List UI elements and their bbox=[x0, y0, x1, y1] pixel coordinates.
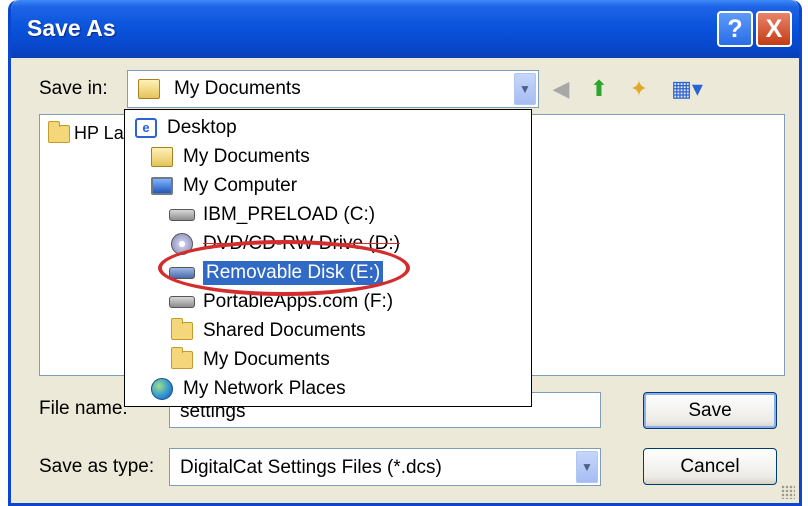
hard-drive-icon bbox=[169, 208, 195, 221]
new-folder-icon[interactable]: ✦ bbox=[625, 75, 653, 103]
title-bar[interactable]: Save As ? X bbox=[11, 0, 799, 58]
views-menu-icon[interactable]: ▦▾ bbox=[667, 75, 707, 103]
save-as-type-combo[interactable]: DigitalCat Settings Files (*.dcs) ▼ bbox=[169, 448, 601, 486]
help-button[interactable]: ? bbox=[717, 11, 753, 47]
dropdown-item-label: Removable Disk (E:) bbox=[203, 260, 384, 285]
folder-icon bbox=[48, 120, 70, 143]
removable-disk-icon bbox=[169, 266, 195, 279]
dropdown-item-desktop[interactable]: e Desktop bbox=[131, 114, 237, 141]
save-as-type-value: DigitalCat Settings Files (*.dcs) bbox=[180, 457, 442, 478]
cancel-button[interactable]: Cancel bbox=[643, 448, 777, 485]
dropdown-item-label: My Computer bbox=[183, 174, 298, 196]
optical-drive-icon bbox=[171, 232, 193, 255]
save-as-type-label: Save as type: bbox=[39, 456, 155, 477]
resize-grip[interactable] bbox=[781, 485, 795, 499]
save-in-label: Save in: bbox=[39, 78, 108, 99]
back-icon[interactable]: ◀ bbox=[547, 75, 575, 103]
my-computer-icon bbox=[151, 176, 173, 195]
dropdown-item-dvd-drive[interactable]: DVD/CD-RW Drive (D:) bbox=[167, 230, 400, 257]
desktop-icon: e bbox=[135, 117, 157, 138]
dropdown-item-label: Desktop bbox=[167, 116, 237, 138]
save-in-value: My Documents bbox=[174, 78, 301, 99]
my-documents-icon bbox=[151, 146, 173, 167]
dropdown-item-label: My Network Places bbox=[183, 377, 346, 399]
dropdown-item-label: PortableApps.com (F:) bbox=[203, 290, 394, 312]
network-places-icon bbox=[151, 377, 173, 400]
list-item[interactable]: HP Las bbox=[48, 120, 133, 144]
dropdown-item-label: My Documents bbox=[183, 145, 310, 167]
hard-drive-icon bbox=[169, 295, 195, 308]
dropdown-item-portableapps[interactable]: PortableApps.com (F:) bbox=[167, 288, 393, 315]
dropdown-item-my-documents-folder[interactable]: My Documents bbox=[167, 346, 330, 373]
chevron-down-icon[interactable]: ▼ bbox=[514, 73, 536, 105]
my-documents-icon bbox=[138, 79, 160, 99]
save-in-combo[interactable]: My Documents ▼ bbox=[127, 70, 539, 108]
file-name-label: File name: bbox=[39, 398, 128, 419]
help-icon: ? bbox=[727, 14, 743, 43]
save-button[interactable]: Save bbox=[643, 392, 777, 429]
dropdown-item-label: Shared Documents bbox=[203, 319, 366, 341]
folder-icon bbox=[171, 317, 193, 340]
dialog-title: Save As bbox=[27, 15, 116, 41]
dropdown-item-label: My Documents bbox=[203, 348, 330, 370]
dropdown-item-removable-disk[interactable]: Removable Disk (E:) bbox=[167, 259, 384, 286]
dropdown-item-ibm-preload[interactable]: IBM_PRELOAD (C:) bbox=[167, 201, 375, 228]
chevron-down-icon[interactable]: ▼ bbox=[576, 451, 598, 483]
dropdown-item-shared-documents[interactable]: Shared Documents bbox=[167, 317, 366, 344]
location-dropdown[interactable]: e Desktop My Documents My Computer IBM_P… bbox=[124, 109, 532, 407]
dropdown-item-my-documents[interactable]: My Documents bbox=[147, 143, 310, 170]
close-icon: X bbox=[765, 14, 783, 43]
dropdown-item-label: IBM_PRELOAD (C:) bbox=[203, 203, 376, 225]
up-folder-icon[interactable]: ⬆ bbox=[585, 75, 613, 103]
close-button[interactable]: X bbox=[756, 11, 792, 47]
dropdown-item-my-computer[interactable]: My Computer bbox=[147, 172, 297, 199]
folder-icon bbox=[171, 346, 193, 369]
dropdown-item-network-places[interactable]: My Network Places bbox=[147, 375, 346, 402]
dropdown-item-label: DVD/CD-RW Drive (D:) bbox=[203, 232, 401, 254]
